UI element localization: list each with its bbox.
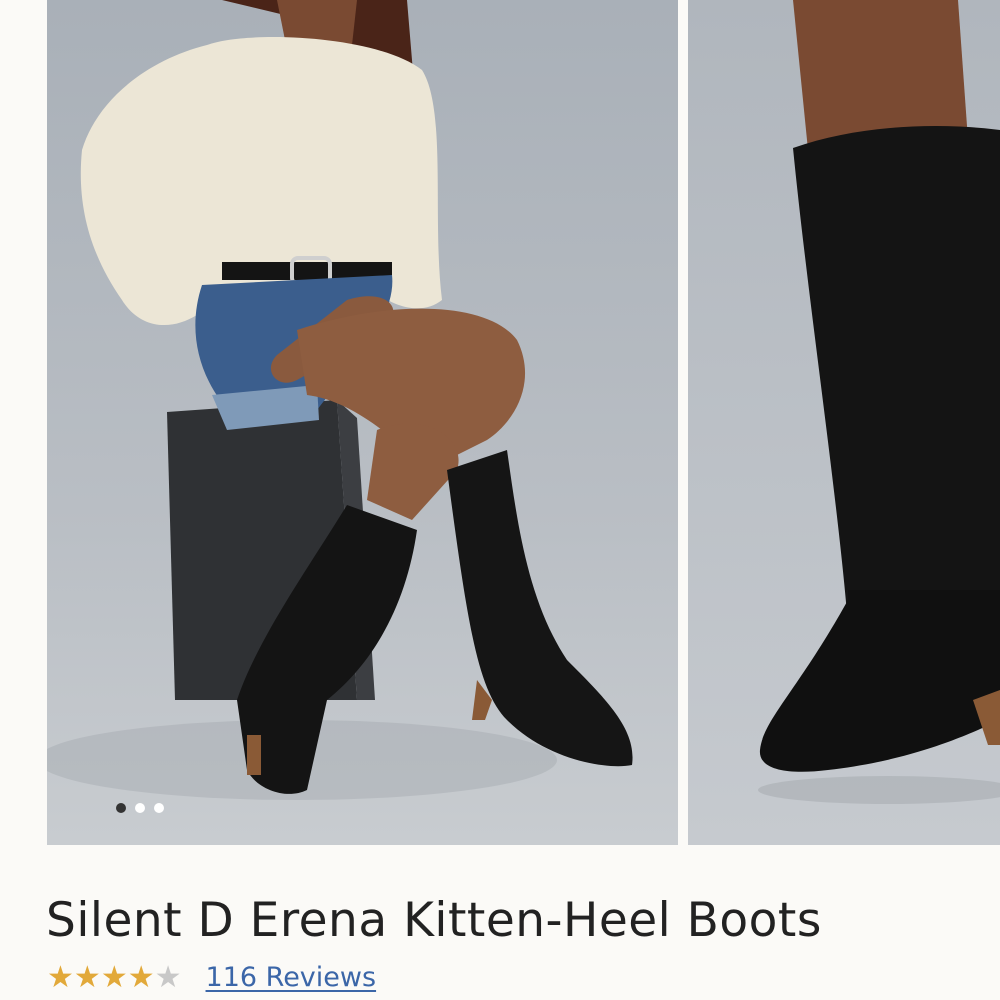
product-image-secondary[interactable] (688, 0, 1000, 845)
star-filled-icon: ★ (100, 959, 128, 995)
star-filled-icon: ★ (127, 959, 155, 995)
reviews-link[interactable]: 116 Reviews (206, 962, 377, 993)
gallery-dot-3[interactable] (154, 803, 164, 813)
star-filled-icon: ★ (47, 959, 74, 995)
product-title: Silent D Erena Kitten-Heel Boots (46, 893, 822, 948)
product-image-gallery[interactable] (0, 0, 1000, 845)
star-filled-icon: ★ (73, 959, 101, 995)
rating-row: ★ ★ ★ ★ ★ 116 Reviews (47, 962, 376, 993)
gallery-dot-1[interactable] (116, 803, 126, 813)
product-image-main[interactable] (47, 0, 678, 845)
star-rating: ★ ★ ★ ★ ★ (47, 959, 182, 995)
gallery-pagination[interactable] (116, 803, 164, 813)
star-empty-icon: ★ (154, 959, 182, 995)
gallery-dot-2[interactable] (135, 803, 145, 813)
